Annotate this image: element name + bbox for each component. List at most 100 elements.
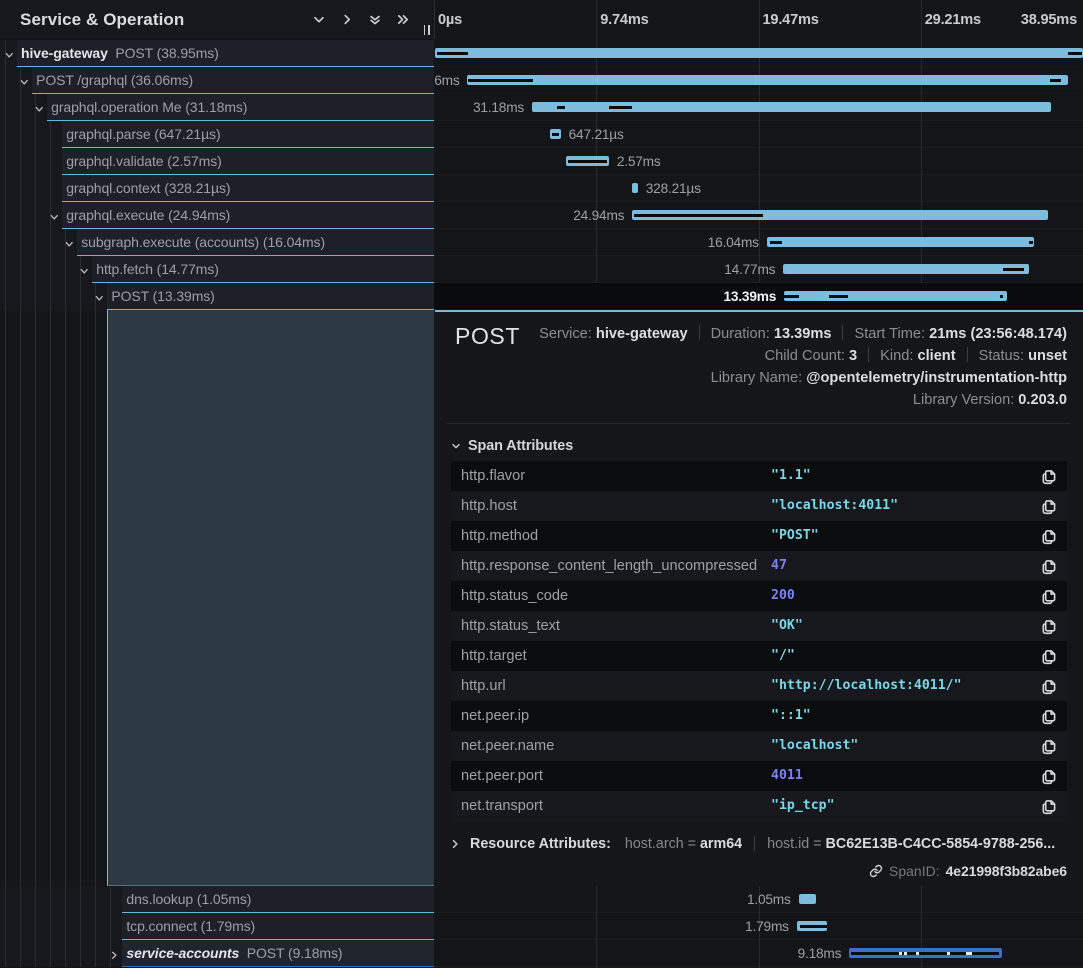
attribute-row: http.url"http://localhost:4011/"	[451, 671, 1067, 701]
span-name-wrapper[interactable]: dns.lookup (1.05ms)	[122, 886, 434, 913]
indent-guide	[65, 310, 66, 886]
indent-guide	[20, 886, 21, 913]
span-name-wrapper[interactable]: graphql.validate (2.57ms)	[62, 148, 434, 175]
span-bar-cell[interactable]: 1.79ms	[434, 913, 1083, 940]
span-name-cell[interactable]: subgraph.execute (accounts) (16.04ms)	[0, 229, 434, 256]
span-duration-label: 31.18ms	[473, 94, 524, 121]
double-chevron-down-icon[interactable]	[368, 13, 382, 27]
indent-guide	[35, 283, 36, 310]
attribute-key: net.peer.ip	[461, 701, 529, 731]
chevron-right-icon[interactable]	[340, 13, 354, 27]
span-name-cell[interactable]: tcp.connect (1.79ms)	[0, 913, 434, 940]
span-name-wrapper[interactable]: service-accounts POST (9.18ms)	[122, 940, 434, 967]
ruler-tick-label: 29.21ms	[925, 0, 981, 39]
attribute-row: http.flavor"1.1"	[451, 461, 1067, 491]
span-duration-bar[interactable]	[783, 264, 1029, 274]
span-bar-cell[interactable]: 31.18ms	[434, 94, 1083, 121]
ruler-tick-label: 0µs	[438, 0, 462, 39]
span-id-label: SpanID:	[889, 863, 940, 879]
span-duration-bar[interactable]	[799, 894, 816, 904]
span-bar-cell[interactable]: 13.39ms	[434, 283, 1083, 310]
span-name-wrapper[interactable]: graphql.parse (647.21µs)	[62, 121, 434, 148]
span-collapse-icon[interactable]	[34, 101, 46, 113]
span-bar-cell[interactable]: 1.05ms	[434, 886, 1083, 913]
span-bar-cell[interactable]: 24.94ms	[434, 202, 1083, 229]
span-bar-cell[interactable]: 647.21µs	[434, 121, 1083, 148]
copy-icon[interactable]	[1041, 648, 1057, 664]
indent-guide	[5, 67, 6, 94]
span-name-wrapper[interactable]: graphql.context (328.21µs)	[62, 175, 434, 202]
span-duration-bar[interactable]	[435, 48, 1083, 58]
span-name-cell[interactable]: POST (13.39ms)	[0, 283, 434, 310]
span-name-wrapper[interactable]: http.fetch (14.77ms)	[92, 256, 434, 283]
span-duration-bar[interactable]	[767, 237, 1034, 247]
span-duration-bar[interactable]	[467, 75, 1067, 85]
indent-guide	[5, 886, 6, 913]
span-collapse-icon[interactable]	[49, 209, 61, 221]
span-bar-cell[interactable]: 36.06ms	[434, 67, 1083, 94]
span-bar-cell[interactable]: 328.21µs	[434, 175, 1083, 202]
tree-header-title: Service & Operation	[20, 0, 184, 39]
span-bar-cell[interactable]: 14.77ms	[434, 256, 1083, 283]
span-name-wrapper[interactable]: POST /graphql (36.06ms)	[32, 67, 434, 94]
indent-guide	[50, 913, 51, 940]
span-name-cell[interactable]: graphql.context (328.21µs)	[0, 175, 434, 202]
indent-guide	[5, 202, 6, 229]
attribute-value: "OK"	[771, 611, 803, 641]
span-collapse-icon[interactable]	[19, 74, 31, 86]
span-name-cell[interactable]: graphql.validate (2.57ms)	[0, 148, 434, 175]
span-name-cell[interactable]: hive-gateway POST (38.95ms)	[0, 40, 434, 67]
span-collapse-icon[interactable]	[79, 263, 91, 275]
span-name-wrapper[interactable]: subgraph.execute (accounts) (16.04ms)	[77, 229, 434, 256]
span-name-cell[interactable]: http.fetch (14.77ms)	[0, 256, 434, 283]
span-row: tcp.connect (1.79ms)1.79ms	[0, 913, 1083, 940]
copy-icon[interactable]	[1041, 528, 1057, 544]
splitter-grip[interactable]	[424, 25, 432, 35]
tree-header: Service & Operation	[0, 0, 434, 39]
attribute-value: "localhost:4011"	[771, 491, 898, 521]
copy-icon[interactable]	[1041, 768, 1057, 784]
ruler-tick-label: 9.74ms	[600, 0, 648, 39]
span-duration-bar[interactable]	[784, 291, 1007, 301]
span-name-cell[interactable]: graphql.operation Me (31.18ms)	[0, 94, 434, 121]
span-event-tick	[947, 952, 950, 955]
span-name-cell[interactable]: graphql.parse (647.21µs)	[0, 121, 434, 148]
resource-attributes-row[interactable]: Resource Attributes:host.arch = arm64hos…	[449, 832, 1055, 856]
span-name-cell[interactable]: dns.lookup (1.05ms)	[0, 886, 434, 913]
span-collapse-icon[interactable]	[64, 236, 76, 248]
span-attributes-header[interactable]: Span Attributes	[450, 434, 573, 458]
copy-icon[interactable]	[1041, 558, 1057, 574]
copy-icon[interactable]	[1041, 678, 1057, 694]
span-name-wrapper[interactable]: graphql.operation Me (31.18ms)	[47, 94, 434, 121]
attribute-value: "POST"	[771, 521, 819, 551]
copy-icon[interactable]	[1041, 738, 1057, 754]
span-name-wrapper[interactable]: tcp.connect (1.79ms)	[122, 913, 434, 940]
span-row: service-accounts POST (9.18ms)9.18ms	[0, 940, 1083, 967]
copy-icon[interactable]	[1041, 618, 1057, 634]
span-name-cell[interactable]: POST /graphql (36.06ms)	[0, 67, 434, 94]
span-duration-bar[interactable]	[632, 183, 637, 193]
panel-splitter[interactable]	[434, 0, 435, 39]
copy-icon[interactable]	[1041, 798, 1057, 814]
span-name-wrapper[interactable]: graphql.execute (24.94ms)	[62, 202, 434, 229]
indent-guide	[65, 283, 66, 310]
span-bar-cell[interactable]: 9.18ms	[434, 940, 1083, 967]
copy-icon[interactable]	[1041, 708, 1057, 724]
chevron-down-icon[interactable]	[312, 13, 326, 27]
attribute-row: http.status_code200	[451, 581, 1067, 611]
copy-icon[interactable]	[1041, 588, 1057, 604]
copy-icon[interactable]	[1041, 468, 1057, 484]
span-bar-cell[interactable]: 16.04ms	[434, 229, 1083, 256]
span-expand-icon[interactable]	[109, 947, 121, 959]
span-collapse-icon[interactable]	[4, 47, 16, 59]
span-name-cell[interactable]: service-accounts POST (9.18ms)	[0, 940, 434, 967]
indent-guide	[20, 310, 21, 886]
span-name-cell[interactable]: graphql.execute (24.94ms)	[0, 202, 434, 229]
span-name-wrapper[interactable]: POST (13.39ms)	[107, 283, 434, 310]
double-chevron-right-icon[interactable]	[396, 13, 410, 27]
copy-icon[interactable]	[1041, 498, 1057, 514]
span-collapse-icon[interactable]	[94, 290, 106, 302]
span-bar-cell[interactable]	[434, 40, 1083, 67]
span-bar-cell[interactable]: 2.57ms	[434, 148, 1083, 175]
span-name-wrapper[interactable]: hive-gateway POST (38.95ms)	[17, 40, 434, 67]
